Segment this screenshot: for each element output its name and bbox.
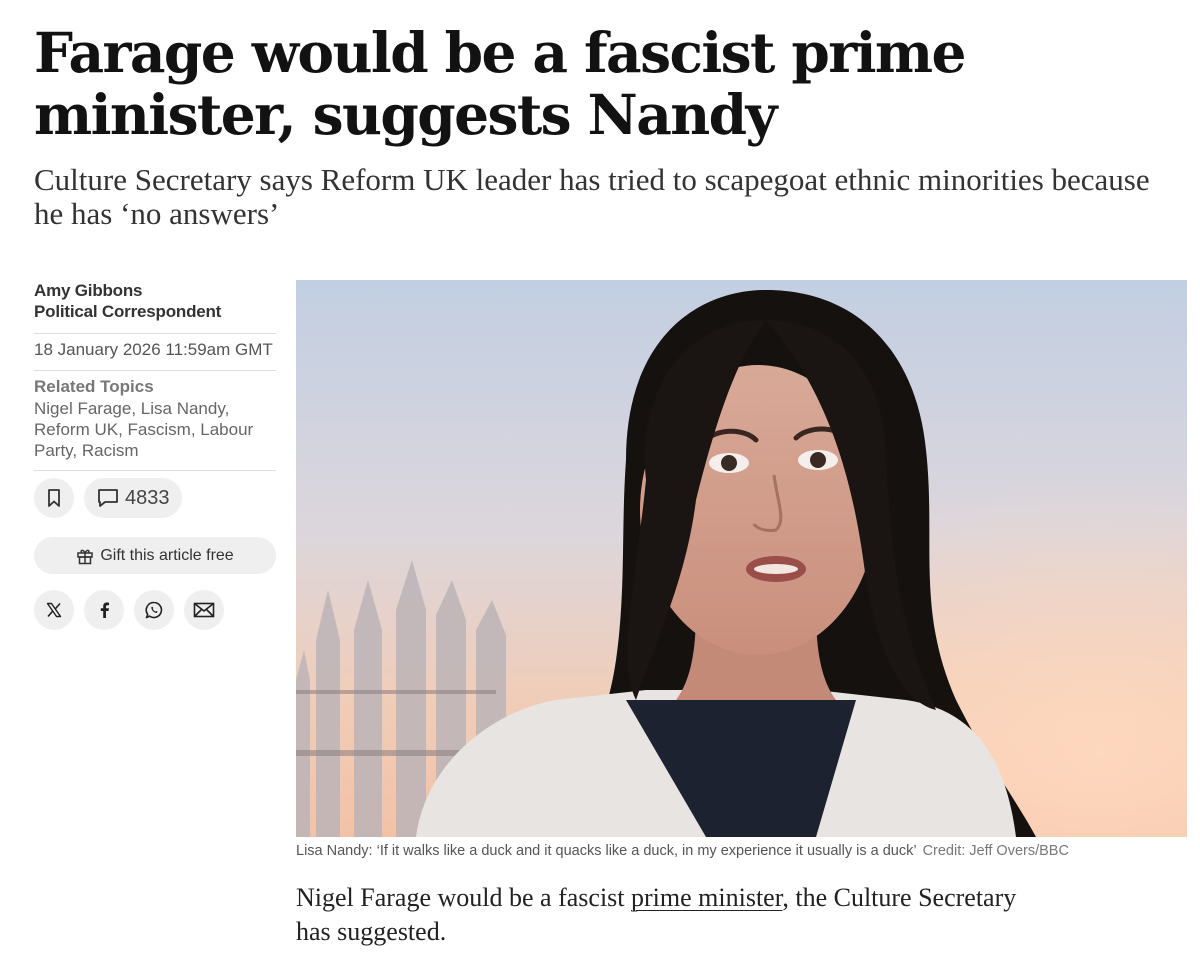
author-role: Political Correspondent — [34, 302, 222, 321]
topic-link-fascism[interactable]: Fascism — [128, 420, 191, 439]
share-buttons — [34, 590, 276, 630]
paragraph-text: Nigel Farage would be a fascist — [296, 883, 632, 912]
image-credit: Credit: Jeff Overs/BBC — [922, 843, 1069, 859]
related-topics-list: Nigel Farage, Lisa Nandy, Reform UK, Fas… — [34, 399, 254, 460]
share-whatsapp-button[interactable] — [134, 590, 174, 630]
related-topics-title: Related Topics — [34, 377, 154, 396]
save-article-button[interactable] — [34, 478, 74, 518]
publish-date: 18 January 2026 11:59am GMT — [34, 340, 273, 359]
image-caption: Lisa Nandy: ‘If it walks like a duck and… — [296, 843, 1187, 859]
image-caption-text: Lisa Nandy: ‘If it walks like a duck and… — [296, 843, 917, 859]
topic-link-reform-uk[interactable]: Reform UK — [34, 420, 118, 439]
comments-button[interactable]: 4833 — [84, 478, 182, 518]
topic-link-nigel-farage[interactable]: Nigel Farage — [34, 399, 131, 418]
bookmark-icon — [48, 489, 60, 507]
prime-minister-link[interactable]: prime minister — [631, 883, 782, 912]
divider — [34, 370, 276, 371]
x-icon — [46, 602, 62, 618]
topic-link-lisa-nandy[interactable]: Lisa Nandy — [141, 399, 225, 418]
email-icon — [193, 602, 215, 618]
article-actions: 4833 — [34, 478, 276, 518]
divider — [34, 470, 276, 471]
share-facebook-button[interactable] — [84, 590, 124, 630]
share-email-button[interactable] — [184, 590, 224, 630]
gift-icon — [77, 549, 94, 564]
facebook-icon — [100, 602, 109, 618]
article-headline: Farage would be a fascist prime minister… — [34, 20, 966, 147]
article-standfirst: Culture Secretary says Reform UK leader … — [34, 162, 1150, 231]
article-sidebar: Amy Gibbons Political Correspondent 18 J… — [34, 280, 276, 630]
gift-article-button[interactable]: Gift this article free — [34, 537, 276, 574]
topic-link-racism[interactable]: Racism — [82, 441, 139, 460]
author-name[interactable]: Amy Gibbons — [34, 280, 276, 301]
share-x-button[interactable] — [34, 590, 74, 630]
portrait-photo — [296, 280, 1187, 837]
article-lead-image — [296, 280, 1187, 837]
article-page: Farage would be a fascist prime minister… — [0, 0, 1200, 964]
whatsapp-icon — [145, 601, 163, 619]
gift-article-label: Gift this article free — [100, 546, 234, 564]
comment-count: 4833 — [125, 486, 170, 509]
speech-bubble-icon — [98, 489, 118, 507]
article-first-paragraph: Nigel Farage would be a fascist prime mi… — [296, 881, 1056, 949]
